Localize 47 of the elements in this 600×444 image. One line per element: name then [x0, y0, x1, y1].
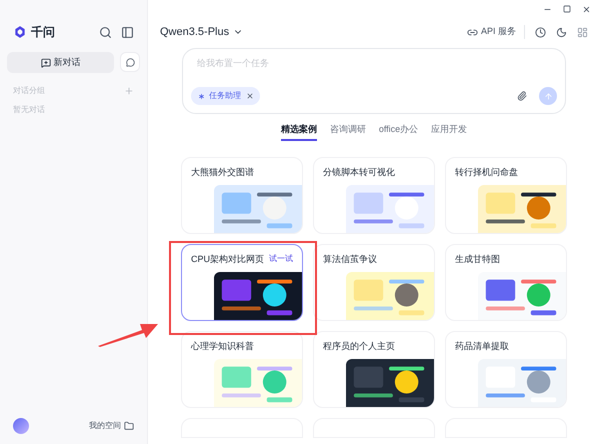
- new-chat-button[interactable]: 新对话: [7, 52, 114, 73]
- asterisk-icon: [197, 92, 206, 100]
- chat-bubble-icon: [126, 58, 134, 66]
- card-title: CPU架构对比网页: [191, 252, 266, 266]
- example-card[interactable]: 分镜脚本转可视化: [313, 156, 435, 234]
- maximize-icon[interactable]: [563, 5, 571, 13]
- close-icon[interactable]: [582, 4, 591, 14]
- try-link[interactable]: 试一试: [269, 252, 293, 264]
- moon-icon[interactable]: [556, 26, 567, 38]
- category-tab[interactable]: 咨询调研: [330, 123, 366, 140]
- card-title: 药品清单提取: [455, 340, 510, 352]
- brand-name: 千问: [31, 24, 55, 41]
- task-assistant-chip[interactable]: 任务助理: [191, 87, 260, 105]
- card-title: 大熊猫外交图谱: [191, 166, 255, 178]
- group-label: 对话分组: [13, 85, 46, 97]
- example-card[interactable]: 药品清单提取: [445, 330, 567, 408]
- example-card[interactable]: 程序员的个人主页: [313, 330, 435, 408]
- avatar[interactable]: [13, 418, 29, 434]
- example-card[interactable]: 算法信茧争议: [313, 244, 435, 320]
- category-tab[interactable]: 应用开发: [431, 123, 468, 140]
- clock-icon[interactable]: [535, 26, 546, 38]
- new-chat-icon: [40, 58, 50, 68]
- close-icon[interactable]: [246, 92, 254, 100]
- card-title: 程序员的个人主页: [323, 340, 396, 352]
- empty-chats-text: 暂无对话: [12, 104, 46, 116]
- card-title: 转行择机问命盘: [455, 166, 519, 178]
- category-tab[interactable]: office办公: [378, 123, 418, 140]
- my-space-link[interactable]: 我的空间: [89, 420, 134, 432]
- card-title: 算法信茧争议: [323, 252, 378, 266]
- example-card[interactable]: 心理学知识科普: [181, 330, 303, 408]
- category-tab[interactable]: 精选案例: [280, 123, 317, 140]
- card-title: 心理学知识科普: [191, 340, 255, 352]
- search-icon[interactable]: [99, 26, 112, 38]
- example-card[interactable]: 生成甘特图: [445, 244, 567, 320]
- example-card[interactable]: CPU架构对比网页 试一试: [181, 244, 303, 320]
- arrow-up-icon: [544, 92, 552, 100]
- collapse-sidebar-icon[interactable]: [121, 26, 134, 38]
- logo-icon: [13, 25, 27, 39]
- folder-icon: [124, 421, 134, 431]
- model-selector[interactable]: Qwen3.5-Plus: [160, 24, 244, 40]
- example-card[interactable]: 转行择机问命盘: [445, 156, 567, 234]
- api-service-link[interactable]: API 服务: [466, 25, 525, 39]
- example-card[interactable]: 大熊猫外交图谱: [181, 156, 303, 234]
- chat-icon-button[interactable]: [120, 52, 140, 72]
- card-title: 分镜脚本转可视化: [323, 166, 396, 178]
- card-title: 生成甘特图: [455, 252, 501, 266]
- attach-icon[interactable]: [517, 91, 527, 101]
